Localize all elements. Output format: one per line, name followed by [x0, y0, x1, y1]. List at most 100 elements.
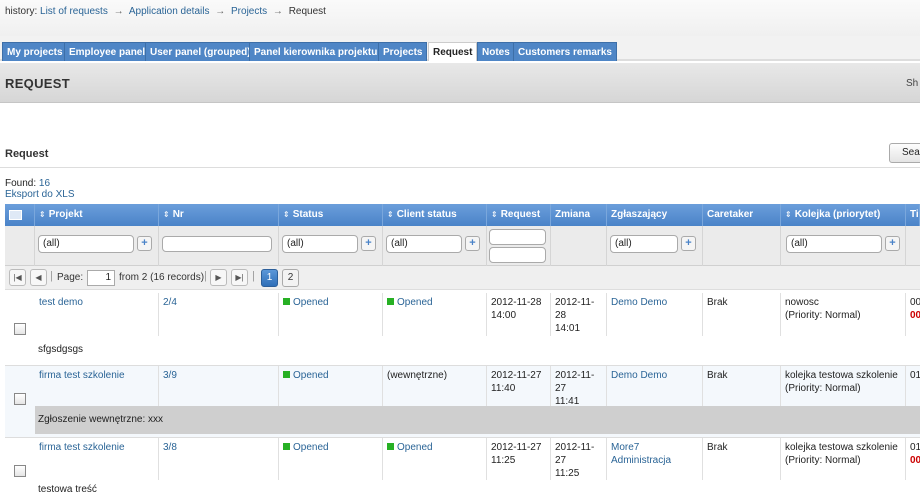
row-request-date: 2012-11-27: [491, 370, 542, 381]
column-label: Kolejka (priorytet): [794, 209, 881, 220]
filter-add-kolejka-button[interactable]: +: [885, 236, 900, 251]
row-nr-link[interactable]: 2/4: [163, 297, 177, 308]
row-nr-link[interactable]: 3/8: [163, 442, 177, 453]
search-button[interactable]: Sear: [889, 143, 920, 163]
page-number-1[interactable]: 1: [261, 269, 278, 287]
page-number-2[interactable]: 2: [282, 269, 299, 287]
breadcrumb-separator: →: [272, 6, 283, 17]
tab-user-panel-grouped[interactable]: User panel (grouped): [145, 42, 256, 61]
row-request-time: 14:00: [491, 310, 517, 321]
column-header-client-status[interactable]: ⇕ Client status: [383, 204, 487, 226]
row-client-status: Opened: [397, 297, 433, 308]
filter-cell-status: (all) +: [279, 226, 383, 266]
column-header-zglaszajacy[interactable]: Zgłaszający: [607, 204, 703, 226]
first-page-icon[interactable]: |◀: [9, 269, 26, 286]
row-caretaker: Brak: [707, 297, 728, 308]
select-all-header[interactable]: [5, 204, 35, 226]
column-label: Status: [292, 209, 324, 220]
row-zmiana-date: 2012-11-27: [555, 370, 595, 394]
row-kolejka: kolejka testowa szkolenie: [785, 442, 898, 453]
found-label: Found:: [5, 178, 37, 189]
filter-add-client-status-button[interactable]: +: [465, 236, 480, 251]
column-header-ti[interactable]: Ti: [906, 204, 920, 226]
row-ti: 01: [910, 442, 920, 453]
filter-cell-client-status: (all) +: [383, 226, 487, 266]
row-kolejka: nowosc: [785, 297, 819, 308]
page-input[interactable]: 1: [87, 270, 115, 286]
row-zglaszajacy-link[interactable]: More7 Administracja: [611, 442, 671, 466]
filter-select-status[interactable]: (all): [282, 235, 358, 253]
column-label: Client status: [396, 209, 457, 220]
row-checkbox[interactable]: [14, 323, 26, 335]
tab-request[interactable]: Request: [428, 42, 478, 61]
row-nr-link[interactable]: 3/9: [163, 370, 177, 381]
row-request-time: 11:25: [491, 455, 516, 466]
row-checkbox[interactable]: [14, 465, 26, 477]
sort-icon: ⇕: [163, 210, 170, 219]
page-from-text: from 2 (16 records): [119, 272, 205, 283]
column-header-zmiana[interactable]: Zmiana: [551, 204, 607, 226]
last-page-icon[interactable]: ▶|: [231, 269, 248, 286]
pager-separator: |: [252, 270, 255, 282]
filter-input-request-to[interactable]: [489, 247, 546, 263]
filter-cell-projekt: (all) +: [35, 226, 159, 266]
filter-cell-empty: [5, 226, 35, 266]
row-status: Opened: [293, 442, 329, 453]
column-header-projekt[interactable]: ⇕ Projekt: [35, 204, 159, 226]
filter-select-client-status[interactable]: (all): [386, 235, 462, 253]
column-label: Nr: [172, 209, 184, 220]
row-client-status: (wewnętrzne): [387, 370, 448, 381]
status-green-icon: [283, 443, 290, 450]
row-client-status: Opened: [397, 442, 433, 453]
filter-add-zglaszajacy-button[interactable]: +: [681, 236, 696, 251]
breadcrumb-link-application-details[interactable]: Application details: [129, 6, 210, 17]
breadcrumb-current: Request: [288, 6, 326, 17]
found-count: Found: 16: [5, 178, 50, 189]
select-all-icon[interactable]: [9, 210, 22, 220]
filter-input-request-from[interactable]: [489, 229, 546, 245]
filter-select-projekt[interactable]: (all): [38, 235, 134, 253]
history-label: history:: [5, 6, 38, 17]
breadcrumb-link-list-of-requests[interactable]: List of requests: [40, 6, 108, 17]
filter-add-projekt-button[interactable]: +: [137, 236, 152, 251]
column-header-request[interactable]: ⇕ Request: [487, 204, 551, 226]
tab-my-projects[interactable]: My projects: [2, 42, 68, 61]
row-caretaker: Brak: [707, 370, 728, 381]
sort-icon: ⇕: [491, 210, 498, 219]
breadcrumb-link-projects[interactable]: Projects: [231, 6, 267, 17]
column-label: Zgłaszający: [611, 209, 668, 220]
divider: [0, 167, 920, 168]
section-title: Request: [5, 148, 49, 160]
row-zglaszajacy-link[interactable]: Demo Demo: [611, 297, 667, 308]
tab-notes[interactable]: Notes: [477, 42, 515, 61]
export-xls-link[interactable]: Eksport do XLS: [5, 189, 74, 200]
column-header-nr[interactable]: ⇕ Nr: [159, 204, 279, 226]
filter-input-nr[interactable]: [162, 236, 272, 252]
tab-projects[interactable]: Projects: [378, 42, 428, 61]
prev-page-icon[interactable]: ◀: [30, 269, 47, 286]
show-link-cut[interactable]: Sh: [906, 78, 918, 89]
row-projekt-link[interactable]: firma test szkolenie: [39, 442, 125, 453]
filter-cell-nr: [159, 226, 279, 266]
row-zglaszajacy-link[interactable]: Demo Demo: [611, 370, 667, 381]
row-projekt-link[interactable]: test demo: [39, 297, 83, 308]
tab-customers-remarks[interactable]: Customers remarks: [513, 42, 617, 61]
table-row: firma test szkolenie 3/8 Opened Opened 2…: [5, 438, 920, 500]
tab-employee-panel[interactable]: Employee panel: [64, 42, 151, 61]
row-projekt-link[interactable]: firma test szkolenie: [39, 370, 125, 381]
filter-select-zglaszajacy[interactable]: (all): [610, 235, 678, 253]
tab-panel-kierownika-projektu[interactable]: Panel kierownika projektu: [249, 42, 383, 61]
tab-bar: My projects Employee panel User panel (g…: [0, 36, 920, 61]
row-request-date: 2012-11-27: [491, 442, 542, 453]
row-caretaker: Brak: [707, 442, 728, 453]
row-checkbox[interactable]: [14, 393, 26, 405]
sort-icon: ⇕: [785, 210, 792, 219]
column-header-kolejka[interactable]: ⇕ Kolejka (priorytet): [781, 204, 906, 226]
row-priority: (Priority: Normal): [785, 383, 861, 394]
column-header-caretaker[interactable]: Caretaker: [703, 204, 781, 226]
pager-separator: |: [204, 270, 207, 282]
column-header-status[interactable]: ⇕ Status: [279, 204, 383, 226]
next-page-icon[interactable]: ▶: [210, 269, 227, 286]
filter-select-kolejka[interactable]: (all): [786, 235, 882, 253]
filter-add-status-button[interactable]: +: [361, 236, 376, 251]
